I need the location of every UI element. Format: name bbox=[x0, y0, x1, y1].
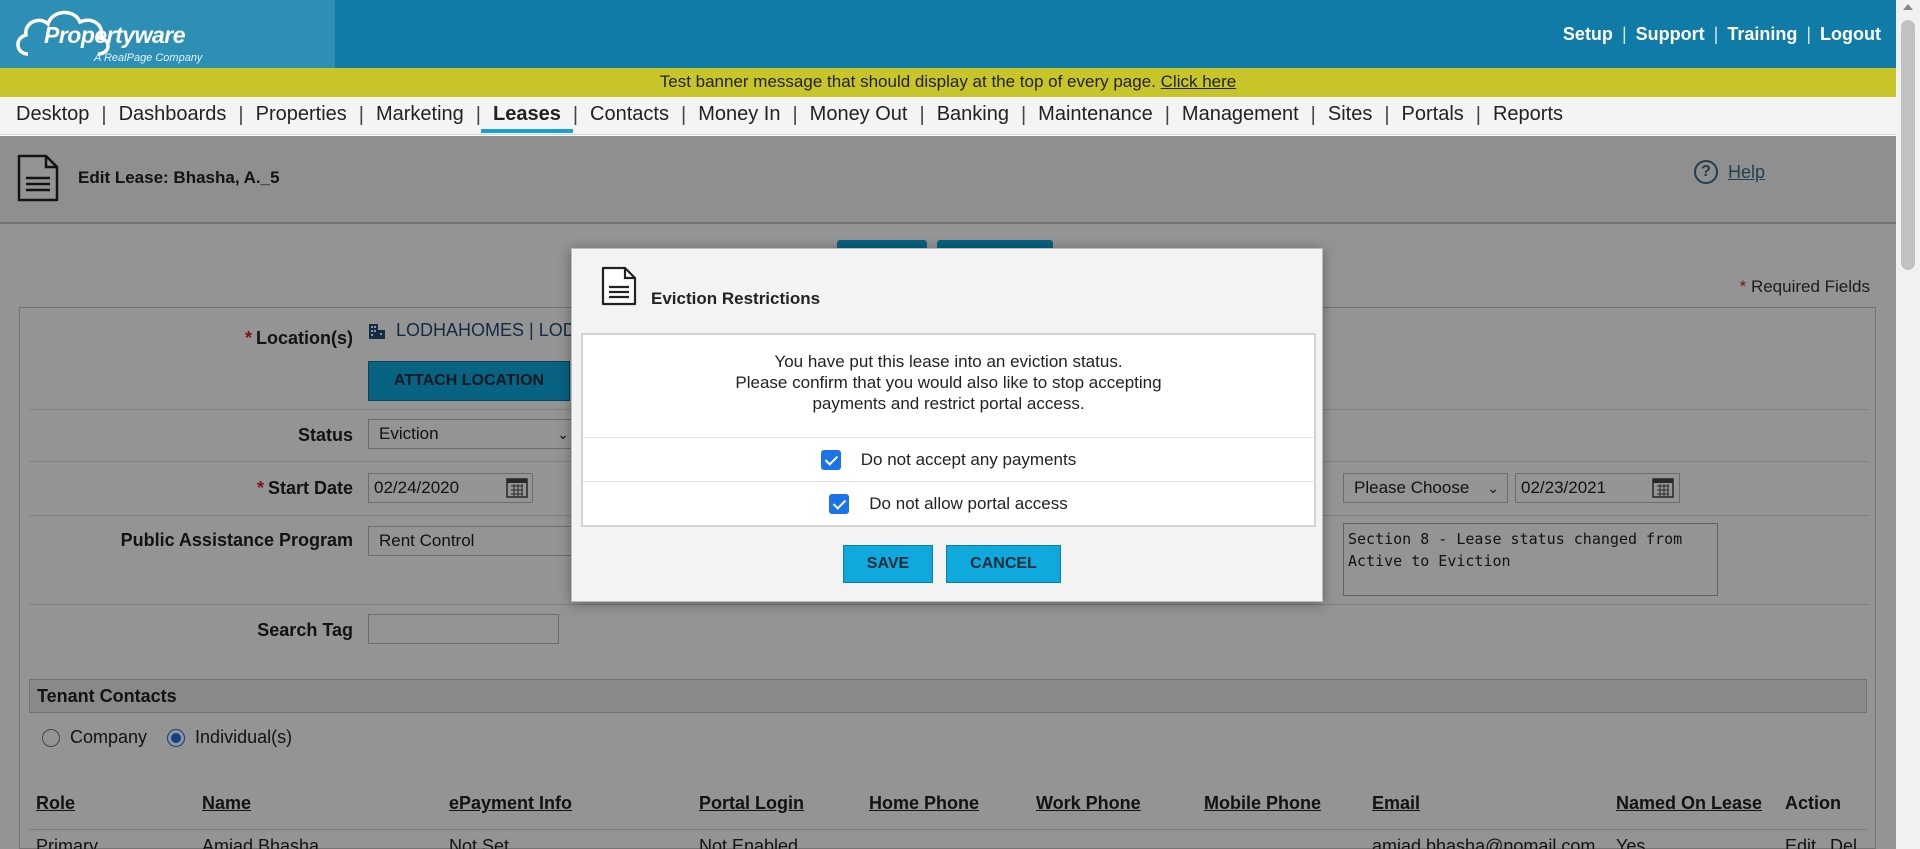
document-icon bbox=[601, 266, 637, 306]
nav-item-portals[interactable]: Portals bbox=[1400, 97, 1466, 135]
nav-item-sites[interactable]: Sites bbox=[1326, 97, 1374, 135]
separator: | bbox=[238, 104, 244, 126]
save-button[interactable]: SAVE bbox=[843, 545, 933, 583]
top-links: Setup | Support | Training | Logout bbox=[1563, 24, 1881, 45]
banner-link[interactable]: Click here bbox=[1161, 72, 1237, 91]
separator: | bbox=[1475, 104, 1481, 126]
logo-tagline: A RealPage Company bbox=[94, 52, 203, 64]
dialog-message-line: You have put this lease into an eviction… bbox=[774, 352, 1123, 371]
banner-message: Test banner message that should display … bbox=[659, 72, 1156, 91]
nav-item-maintenance[interactable]: Maintenance bbox=[1036, 97, 1155, 135]
separator: | bbox=[1621, 24, 1627, 44]
separator: | bbox=[1713, 24, 1719, 44]
nav-item-money-out[interactable]: Money Out bbox=[808, 97, 910, 135]
no-payments-checkbox[interactable] bbox=[820, 449, 841, 470]
separator: | bbox=[1020, 104, 1027, 126]
nav-item-properties[interactable]: Properties bbox=[254, 97, 349, 135]
support-link[interactable]: Support bbox=[1636, 24, 1705, 45]
setup-link[interactable]: Setup bbox=[1563, 24, 1613, 45]
separator: | bbox=[792, 104, 798, 126]
nav-item-marketing[interactable]: Marketing bbox=[374, 97, 466, 135]
dialog-message-line: payments and restrict portal access. bbox=[812, 394, 1085, 413]
nav-item-dashboards[interactable]: Dashboards bbox=[117, 97, 229, 135]
nav-item-contacts[interactable]: Contacts bbox=[588, 97, 671, 135]
test-banner: Test banner message that should display … bbox=[0, 68, 1896, 97]
separator: | bbox=[1310, 104, 1316, 126]
logo-wordmark: Propertyware bbox=[44, 22, 186, 48]
app-header: Propertyware A RealPage Company Setup | … bbox=[0, 0, 1896, 68]
no-payments-label: Do not accept any payments bbox=[860, 449, 1077, 469]
separator: | bbox=[101, 104, 107, 126]
separator: | bbox=[475, 104, 481, 126]
nav-item-banking[interactable]: Banking bbox=[935, 97, 1011, 135]
dialog-body: You have put this lease into an eviction… bbox=[581, 333, 1316, 527]
no-payments-option: Do not accept any payments bbox=[583, 437, 1314, 481]
nav-item-leases[interactable]: Leases bbox=[481, 97, 573, 135]
scroll-up-icon[interactable] bbox=[1903, 4, 1913, 10]
cancel-button[interactable]: CANCEL bbox=[946, 545, 1061, 583]
training-link[interactable]: Training bbox=[1727, 24, 1797, 45]
separator: | bbox=[1384, 104, 1390, 126]
scrollbar-thumb[interactable] bbox=[1901, 20, 1915, 270]
logo[interactable]: Propertyware A RealPage Company bbox=[0, 0, 335, 68]
logout-link[interactable]: Logout bbox=[1820, 24, 1881, 45]
separator: | bbox=[680, 104, 687, 126]
separator: | bbox=[572, 104, 579, 126]
no-portal-label: Do not allow portal access bbox=[869, 493, 1068, 513]
no-portal-option: Do not allow portal access bbox=[583, 481, 1314, 525]
separator: | bbox=[1164, 104, 1170, 126]
nav-item-management[interactable]: Management bbox=[1180, 97, 1301, 135]
dialog-message-line: Please confirm that you would also like … bbox=[735, 373, 1162, 392]
main-nav: Desktop | Dashboards | Properties | Marketi… bbox=[0, 97, 1896, 135]
separator: | bbox=[358, 104, 364, 126]
dialog-message: You have put this lease into an eviction… bbox=[583, 351, 1314, 414]
nav-item-reports[interactable]: Reports bbox=[1491, 97, 1565, 135]
nav-item-desktop[interactable]: Desktop bbox=[14, 97, 91, 135]
vertical-scrollbar[interactable] bbox=[1896, 0, 1920, 849]
separator: | bbox=[1806, 24, 1812, 44]
no-portal-checkbox[interactable] bbox=[829, 493, 850, 514]
nav-item-money-in[interactable]: Money In bbox=[696, 97, 782, 135]
separator: | bbox=[919, 104, 925, 126]
eviction-restrictions-dialog: Eviction Restrictions You have put this … bbox=[571, 248, 1323, 602]
dialog-title: Eviction Restrictions bbox=[651, 289, 821, 308]
